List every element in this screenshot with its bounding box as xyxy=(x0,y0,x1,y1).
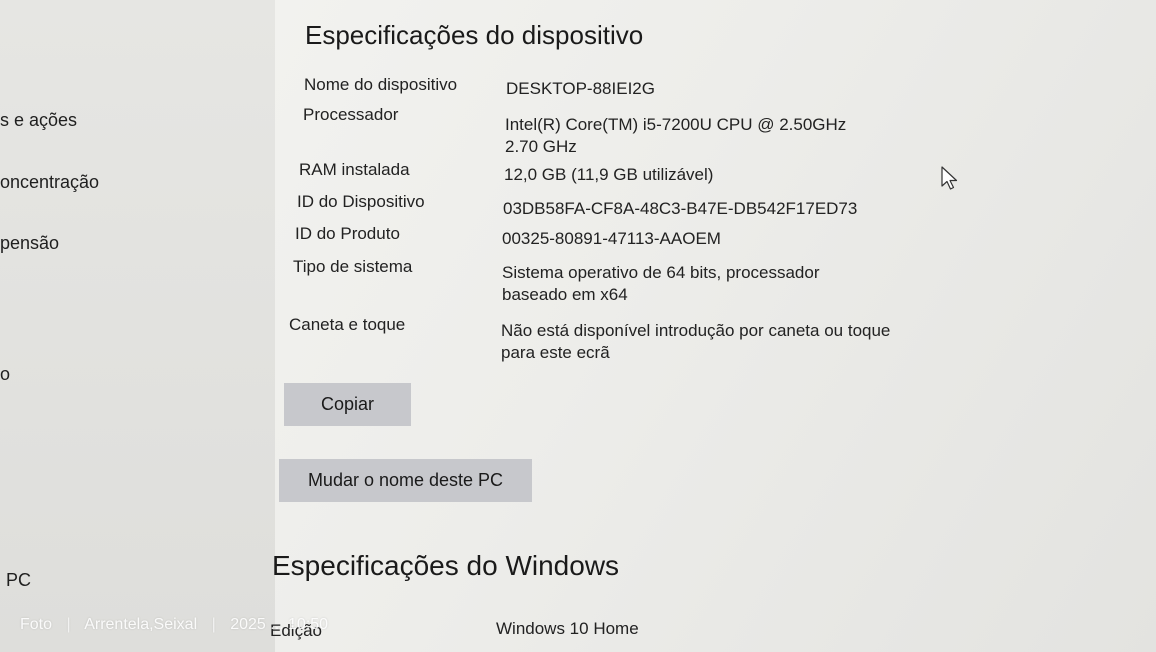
watermark-datetime: 2025 ... 10:50 xyxy=(230,616,329,633)
sidebar-item-partial[interactable]: o xyxy=(0,364,10,385)
sidebar-item-pc[interactable]: PC xyxy=(6,570,31,591)
spec-label-pen-touch: Caneta e toque xyxy=(289,315,406,334)
watermark-app: Foto xyxy=(20,616,53,633)
spec-label-ram: RAM instalada xyxy=(299,160,410,179)
spec-value-pen-touch: Não está disponível introdução por canet… xyxy=(501,321,891,362)
spec-label-processor: Processador xyxy=(303,105,399,124)
spec-value-system-type: Sistema operativo de 64 bits, processado… xyxy=(502,263,820,304)
windows-specs-title: Especificações do Windows xyxy=(272,550,620,581)
copy-button[interactable]: Copiar xyxy=(284,383,411,426)
device-specs-title: Especificações do dispositivo xyxy=(305,20,644,50)
watermark-separator: | xyxy=(66,616,71,633)
spec-label-device-id: ID do Dispositivo xyxy=(297,192,425,211)
sidebar-item-power-sleep[interactable]: pensão xyxy=(0,233,59,254)
watermark-separator-2: | xyxy=(211,616,216,633)
rename-pc-button[interactable]: Mudar o nome deste PC xyxy=(279,459,532,502)
photo-watermark: Foto | Arrentela,Seixal | 2025 ... 10:50 xyxy=(20,616,338,634)
spec-value-device-name: DESKTOP-88IEI2G xyxy=(506,79,655,98)
spec-value-product-id: 00325-80891-47113-AAOEM xyxy=(502,229,721,248)
sidebar-item-notifications[interactable]: s e ações xyxy=(0,110,77,131)
spec-value-ram: 12,0 GB (11,9 GB utilizável) xyxy=(504,165,714,184)
spec-value-device-id: 03DB58FA-CF8A-48C3-B47E-DB542F17ED73 xyxy=(503,199,858,218)
spec-label-system-type: Tipo de sistema xyxy=(293,257,413,276)
mouse-cursor-icon xyxy=(941,166,958,190)
sidebar-item-focus-assist[interactable]: oncentração xyxy=(0,172,99,193)
watermark-location: Arrentela,Seixal xyxy=(84,616,198,633)
spec-label-product-id: ID do Produto xyxy=(295,224,400,243)
settings-sidebar: s e ações oncentração pensão o PC xyxy=(0,0,275,652)
spec-label-device-name: Nome do dispositivo xyxy=(304,75,458,94)
spec-value-processor: Intel(R) Core(TM) i5-7200U CPU @ 2.50GHz… xyxy=(505,115,847,156)
spec-value-edition: Windows 10 Home xyxy=(496,619,639,638)
